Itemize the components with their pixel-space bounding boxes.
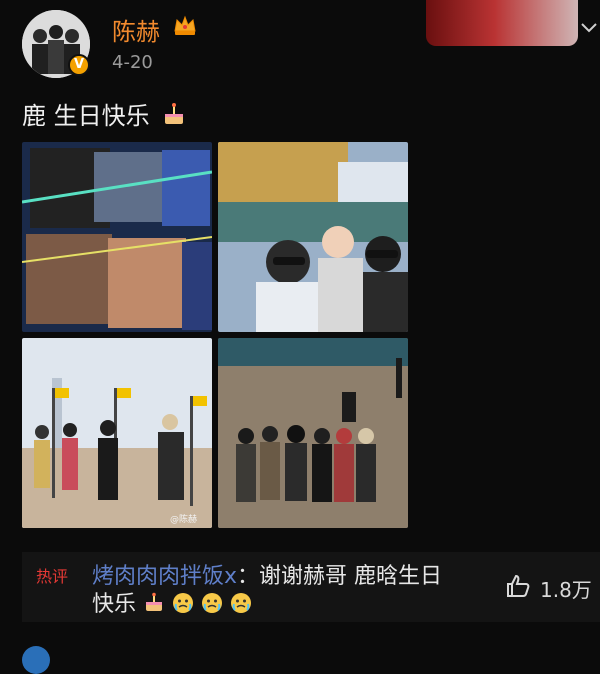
hot-comment-badge: 热评 — [36, 567, 68, 586]
crying-face-icon — [202, 593, 223, 613]
svg-text:热评: 热评 — [36, 567, 68, 586]
promo-banner[interactable] — [426, 0, 578, 46]
crown-icon — [174, 15, 196, 35]
photo-3[interactable]: @陈赫 — [22, 338, 212, 528]
post-date: 4-20 — [112, 52, 153, 73]
more-chevron-icon[interactable] — [578, 16, 600, 38]
comment-separator: ： — [237, 564, 260, 589]
like-button[interactable]: 1.8万 — [504, 572, 600, 602]
username[interactable]: 陈赫 — [112, 12, 160, 47]
photo-1[interactable] — [22, 142, 212, 332]
comment-text-2: 快乐 — [92, 592, 392, 618]
verified-badge-icon: V — [68, 54, 90, 76]
post-text: 鹿 生日快乐 — [22, 96, 187, 131]
crying-face-icon — [173, 593, 194, 613]
comment-text-line2: 快乐 — [92, 592, 137, 617]
comment-text-line1: 谢谢赫哥 鹿晗生日 — [259, 564, 443, 589]
photo-watermark: @陈赫 — [170, 513, 197, 525]
photo-2[interactable] — [218, 142, 408, 332]
post-header: V 陈赫 4-20 — [0, 0, 600, 92]
like-count: 1.8万 — [540, 578, 592, 602]
thumbs-up-icon — [507, 574, 530, 597]
crying-face-icon — [231, 593, 252, 613]
post-text-content: 鹿 生日快乐 — [22, 102, 150, 130]
comment-username[interactable]: 烤肉肉肉拌饭x — [92, 564, 237, 589]
comment-text: 烤肉肉肉拌饭x：谢谢赫哥 鹿晗生日 — [92, 562, 502, 592]
photo-4[interactable] — [218, 338, 408, 528]
birthday-cake-icon — [165, 103, 184, 124]
next-item-avatar — [22, 646, 50, 674]
hot-comment[interactable]: 热评 烤肉肉肉拌饭x：谢谢赫哥 鹿晗生日 快乐 1.8万 — [22, 552, 600, 622]
birthday-cake-icon — [146, 592, 163, 611]
